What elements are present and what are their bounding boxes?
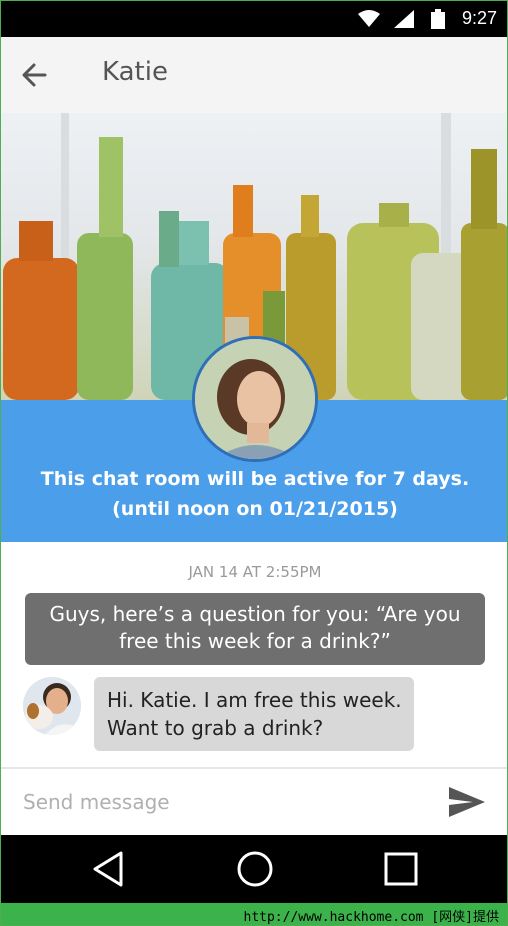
incoming-message-line: Want to grab a drink? bbox=[107, 716, 324, 740]
nav-home-icon[interactable] bbox=[235, 849, 275, 889]
composer-divider bbox=[1, 767, 507, 769]
profile-avatar[interactable] bbox=[192, 336, 318, 462]
outgoing-message-line: Guys, here’s a question for you: “Are yo… bbox=[49, 602, 461, 626]
nav-back-icon[interactable] bbox=[89, 849, 129, 889]
wifi-icon bbox=[358, 10, 380, 27]
man-with-dog-icon bbox=[23, 677, 81, 735]
send-icon[interactable] bbox=[447, 785, 487, 819]
signal-icon bbox=[394, 10, 414, 28]
expiry-notice: This chat room will be active for 7 days… bbox=[40, 468, 470, 490]
outgoing-message-line: free this week for a drink?” bbox=[119, 629, 391, 653]
message-input[interactable] bbox=[23, 785, 423, 819]
person-portrait-icon bbox=[195, 339, 315, 459]
outgoing-message-bubble[interactable]: Guys, here’s a question for you: “Are yo… bbox=[25, 593, 485, 665]
battery-icon bbox=[431, 9, 445, 29]
system-nav-bar bbox=[1, 835, 507, 903]
chat-title: Katie bbox=[102, 57, 168, 87]
expiry-date: (until noon on 01/21/2015) bbox=[112, 498, 398, 520]
watermark-strip: http://www.hackhome.com [网侠]提供 bbox=[1, 903, 507, 925]
incoming-message-bubble[interactable]: Hi. Katie. I am free this week. Want to … bbox=[94, 677, 414, 751]
nav-recents-icon[interactable] bbox=[381, 849, 421, 889]
status-time: 9:27 bbox=[461, 8, 497, 28]
watermark-text: http://www.hackhome.com [网侠]提供 bbox=[243, 910, 500, 925]
message-timestamp: JAN 14 AT 2:55PM bbox=[188, 563, 322, 581]
back-arrow-icon[interactable] bbox=[17, 57, 53, 93]
sender-avatar[interactable] bbox=[23, 677, 81, 735]
status-bar: 9:27 bbox=[1, 1, 507, 37]
incoming-message-line: Hi. Katie. I am free this week. bbox=[107, 688, 402, 712]
app-frame: 9:27 Katie This chat room will be active… bbox=[0, 0, 508, 926]
app-bar: Katie bbox=[1, 37, 507, 113]
